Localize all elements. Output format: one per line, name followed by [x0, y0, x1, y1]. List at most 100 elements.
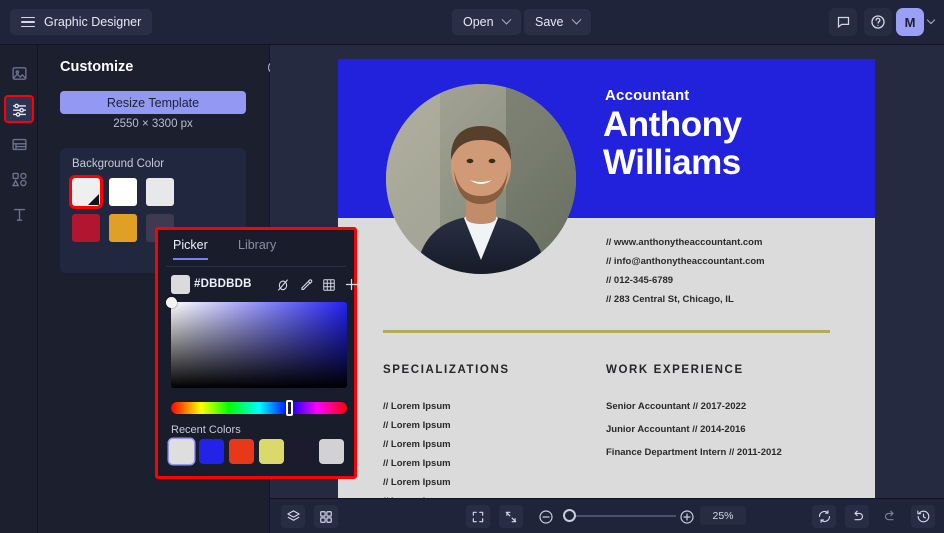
work-years-1: // 2014-2016 [692, 424, 745, 435]
rail-item-shapes[interactable] [6, 166, 32, 192]
resize-template-button[interactable]: Resize Template [60, 91, 246, 114]
fit-to-screen-button[interactable] [499, 505, 523, 528]
resize-template-label: Resize Template [107, 96, 199, 110]
add-color-button[interactable] [343, 276, 360, 293]
zoom-slider-knob[interactable] [563, 509, 576, 522]
saturation-value-area[interactable] [171, 302, 347, 388]
fit-to-screen-icon [504, 510, 518, 524]
contact-phone: // 012-345-6789 [606, 275, 673, 286]
app-menu-button[interactable]: Graphic Designer [10, 9, 152, 35]
gold-divider [383, 330, 830, 333]
images-icon [11, 65, 28, 82]
recent-color-5[interactable] [319, 439, 344, 464]
save-button[interactable]: Save [524, 9, 591, 35]
undo-icon [850, 509, 865, 524]
zoom-in-icon [679, 509, 695, 525]
work-experience-item-1: Junior Accountant // 2014-2016 [606, 424, 746, 435]
help-button[interactable] [864, 8, 892, 36]
eyedropper-icon [299, 278, 313, 292]
recent-color-3[interactable] [259, 439, 284, 464]
avatar[interactable]: M [896, 8, 924, 36]
recent-color-2[interactable] [229, 439, 254, 464]
account-chevron-down-icon[interactable] [927, 16, 935, 24]
work-experience-item-0: Senior Accountant // 2017-2022 [606, 401, 746, 412]
palette-grid-button[interactable] [320, 276, 337, 293]
document-name-line1: Anthony [603, 107, 741, 142]
work-role-2: Finance Department Intern [606, 447, 726, 458]
portrait-illustration [386, 84, 576, 274]
grid-icon [322, 278, 336, 292]
layers-button[interactable] [281, 505, 305, 528]
background-swatch-red[interactable] [72, 214, 100, 242]
work-experience-item-2: Finance Department Intern // 2011-2012 [606, 447, 782, 458]
background-swatch-light-gray[interactable] [146, 178, 174, 206]
app-window: Graphic Designer Open Save M [0, 0, 944, 533]
rail-item-layout[interactable] [6, 131, 32, 157]
work-role-1: Junior Accountant [606, 424, 690, 435]
shapes-icon [11, 171, 28, 188]
comment-button[interactable] [829, 8, 857, 36]
rail-item-images[interactable] [6, 60, 32, 86]
panel-title: Customize [60, 59, 133, 75]
rail-item-adjustments[interactable] [4, 95, 34, 123]
zoom-out-button[interactable] [534, 505, 558, 528]
tab-library[interactable]: Library [238, 238, 276, 258]
grid-view-icon [319, 510, 333, 524]
document-role-title: Accountant [605, 87, 690, 104]
hex-value-input[interactable]: #DBDBDB [194, 278, 252, 290]
sync-button[interactable] [812, 505, 836, 528]
hamburger-icon [21, 17, 35, 28]
hue-slider-handle[interactable] [286, 400, 293, 416]
rail-item-text[interactable] [6, 201, 32, 227]
fullscreen-button[interactable] [466, 505, 490, 528]
contact-email: // info@anthonytheaccountant.com [606, 256, 765, 267]
specializations-heading: SPECIALIZATIONS [383, 364, 510, 376]
zoom-level-value[interactable]: 25% [700, 506, 746, 525]
picker-tab-bar: Picker Library [158, 238, 354, 264]
hex-input-row: #DBDBDB [171, 274, 347, 296]
contact-website: // www.anthonytheaccountant.com [606, 237, 762, 248]
work-years-0: // 2017-2022 [693, 401, 746, 412]
layout-icon [11, 136, 28, 153]
history-icon [916, 509, 931, 524]
specialization-item-1: // Lorem Ipsum [383, 420, 451, 431]
specialization-item-2: // Lorem Ipsum [383, 439, 451, 450]
zoom-slider-track[interactable] [566, 515, 676, 517]
layers-icon [286, 509, 301, 524]
comment-icon [836, 15, 851, 30]
canvas-stage[interactable]: Accountant Anthony Williams [270, 45, 944, 498]
background-swatch-selected[interactable] [72, 178, 100, 206]
recent-colors-label: Recent Colors [171, 424, 241, 436]
save-label: Save [535, 15, 564, 29]
recent-color-4[interactable] [289, 439, 314, 464]
zoom-out-icon [538, 509, 554, 525]
portrait-photo[interactable] [386, 84, 576, 274]
background-color-label: Background Color [72, 158, 164, 170]
hue-slider[interactable] [171, 402, 347, 414]
zoom-in-button[interactable] [675, 505, 699, 528]
open-label: Open [463, 15, 494, 29]
work-role-0: Senior Accountant [606, 401, 690, 412]
adjustments-icon [11, 101, 28, 118]
open-button[interactable]: Open [452, 9, 521, 35]
recent-colors-row [169, 439, 349, 465]
specialization-item-0: // Lorem Ipsum [383, 401, 451, 412]
undo-button[interactable] [845, 505, 869, 528]
saturation-value-handle[interactable] [166, 297, 177, 308]
grid-view-button[interactable] [314, 505, 338, 528]
recent-color-1[interactable] [199, 439, 224, 464]
left-tool-rail [0, 45, 38, 533]
text-icon [11, 206, 28, 223]
history-button[interactable] [911, 505, 935, 528]
swatch-corner-marker [88, 194, 99, 205]
no-color-icon [276, 278, 290, 292]
background-swatch-white[interactable] [109, 178, 137, 206]
sync-icon [817, 509, 832, 524]
tab-picker[interactable]: Picker [173, 238, 208, 260]
eyedropper-button[interactable] [297, 276, 314, 293]
no-color-button[interactable] [274, 276, 291, 293]
redo-button[interactable] [878, 505, 902, 528]
design-document[interactable]: Accountant Anthony Williams [338, 59, 875, 498]
background-swatch-gold[interactable] [109, 214, 137, 242]
current-color-swatch[interactable] [171, 275, 190, 294]
